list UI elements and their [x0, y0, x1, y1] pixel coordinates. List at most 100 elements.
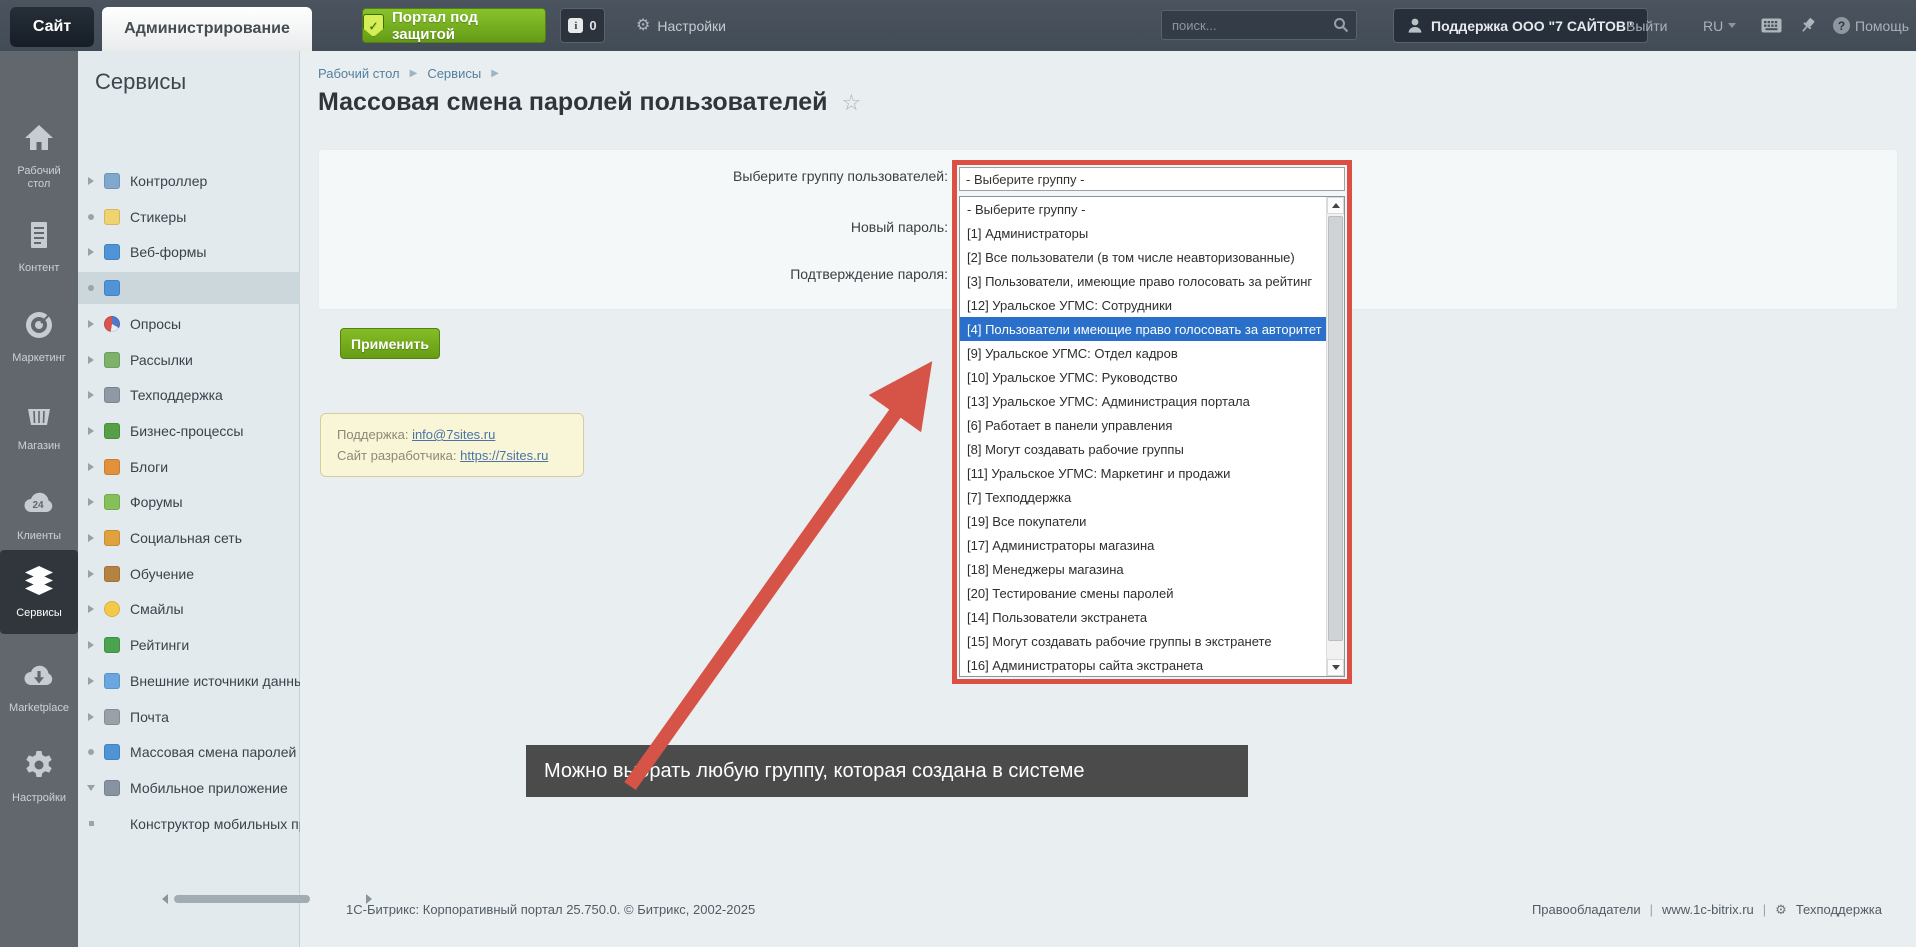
portal-protected-button[interactable]: ✓ Портал под защитой [362, 8, 546, 43]
group-option[interactable]: [3] Пользователи, имеющие право голосова… [960, 269, 1344, 293]
topbar-settings-button[interactable]: ⚙ Настройки [636, 0, 726, 51]
group-option[interactable]: [6] Работает в панели управления [960, 413, 1344, 437]
sidebar-item-shop[interactable]: Магазин [0, 383, 78, 467]
arrow-marker-icon [78, 427, 104, 435]
pin-icon [1800, 17, 1816, 34]
menu-item-5[interactable]: Рассылки [78, 344, 300, 376]
language-selector[interactable]: RU [1703, 0, 1736, 51]
menu-item-label: Конструктор мобильных пр [130, 816, 300, 832]
group-option[interactable]: [19] Все покупатели [960, 509, 1344, 533]
group-dropdown-highlight-frame: - Выберите группу - - Выберите группу -[… [952, 160, 1352, 684]
menu-item-8[interactable]: Блоги [78, 451, 300, 483]
tab-site[interactable]: Сайт [10, 7, 94, 47]
group-option[interactable]: [15] Могут создавать рабочие группы в эк… [960, 629, 1344, 653]
sidebar-item-desktop[interactable]: Рабочий стол [0, 115, 78, 199]
scrollbar-thumb[interactable] [174, 895, 310, 903]
group-option[interactable]: [17] Администраторы магазина [960, 533, 1344, 557]
support-email-link[interactable]: info@7sites.ru [412, 427, 495, 442]
sidebar-item-marketing[interactable]: Маркетинг [0, 295, 78, 379]
group-option[interactable]: [14] Пользователи экстранета [960, 605, 1344, 629]
sidebar-item-content[interactable]: Контент [0, 205, 78, 289]
menu-item-14[interactable]: Внешние источники данны [78, 665, 300, 697]
notification-count: 0 [589, 18, 596, 33]
arrow-marker-icon [78, 391, 104, 399]
scrollbar-thumb[interactable] [1328, 216, 1343, 641]
apply-button[interactable]: Применить [340, 328, 440, 359]
scroll-left-icon[interactable] [162, 894, 168, 904]
scroll-up-icon[interactable] [1327, 197, 1344, 214]
group-option[interactable]: [8] Могут создавать рабочие группы [960, 437, 1344, 461]
sidebar-item-clients[interactable]: 24Клиенты [0, 473, 78, 557]
sidebar-item-marketplace[interactable]: Marketplace [0, 645, 78, 729]
footer-link-bitrix-site[interactable]: www.1c-bitrix.ru [1662, 902, 1754, 917]
footer-link-support[interactable]: Техподдержка [1796, 902, 1882, 917]
group-option[interactable]: [4] Пользователи имеющие право голосоват… [960, 317, 1344, 341]
group-option[interactable]: [20] Тестирование смены паролей [960, 581, 1344, 605]
menu-item-17[interactable]: Мобильное приложение [78, 772, 300, 804]
breadcrumb-desktop[interactable]: Рабочий стол [318, 66, 400, 81]
group-select[interactable]: - Выберите группу - [959, 167, 1345, 191]
menu-item-6[interactable]: Техподдержка [78, 379, 300, 411]
sidebar-item-settings[interactable]: Настройки [0, 735, 78, 819]
hotkeys-button[interactable] [1761, 0, 1782, 51]
help-button[interactable]: ? Помощь [1833, 0, 1909, 51]
favorite-star-icon[interactable]: ☆ [842, 90, 862, 116]
logout-button[interactable]: Выйти [1626, 0, 1667, 51]
menu-item-label: Контроллер [130, 173, 207, 189]
developer-site-link[interactable]: https://7sites.ru [460, 448, 548, 463]
group-option[interactable]: [12] Уральское УГМС: Сотрудники [960, 293, 1344, 317]
current-user-button[interactable]: Поддержка ООО "7 САЙТОВ" [1393, 8, 1648, 43]
group-option[interactable]: [10] Уральское УГМС: Руководство [960, 365, 1344, 389]
sidebar-item-services[interactable]: Сервисы [0, 550, 78, 634]
search-input[interactable] [1161, 10, 1357, 40]
menu-item-label: Обучение [130, 566, 194, 582]
scroll-down-icon[interactable] [1327, 659, 1344, 676]
sidebar-item-label: Маркетинг [12, 352, 65, 366]
group-option[interactable]: [16] Администраторы сайта экстранета [960, 653, 1344, 677]
menu-item-4[interactable]: Опросы [78, 308, 300, 340]
group-option[interactable]: [18] Менеджеры магазина [960, 557, 1344, 581]
notifications-counter-button[interactable]: i 0 [560, 8, 605, 43]
group-option[interactable]: - Выберите группу - [960, 197, 1344, 221]
menu-item-2[interactable]: Веб-формы [78, 236, 300, 268]
group-option[interactable]: [11] Уральское УГМС: Маркетинг и продажи [960, 461, 1344, 485]
tab-administration[interactable]: Администрирование [102, 7, 312, 51]
menu-item-13[interactable]: Рейтинги [78, 629, 300, 661]
sidebar-item-label: Настройки [12, 792, 66, 806]
group-option[interactable]: [7] Техподдержка [960, 485, 1344, 509]
menu-item-selected[interactable] [78, 272, 300, 304]
info-icon: i [568, 18, 583, 33]
group-option[interactable]: [2] Все пользователи (в том числе неавто… [960, 245, 1344, 269]
services-icon [21, 564, 57, 601]
footer-separator: | [1763, 902, 1766, 917]
social-icon [104, 530, 120, 546]
menu-item-9[interactable]: Форумы [78, 486, 300, 518]
menu-item-11[interactable]: Обучение [78, 558, 300, 590]
group-select-label: Выберите группу пользователей: [733, 168, 948, 184]
group-option[interactable]: [1] Администраторы [960, 221, 1344, 245]
group-option[interactable]: [9] Уральское УГМС: Отдел кадров [960, 341, 1344, 365]
group-option[interactable]: [13] Уральское УГМС: Администрация порта… [960, 389, 1344, 413]
sidebar-item-label: Рабочий стол [17, 165, 60, 193]
menu-horizontal-scrollbar[interactable] [162, 894, 372, 904]
dropdown-scrollbar[interactable] [1326, 197, 1344, 676]
menu-item-7[interactable]: Бизнес-процессы [78, 415, 300, 447]
menu-item-15[interactable]: Почта [78, 701, 300, 733]
footer-separator: | [1650, 902, 1653, 917]
arrow-marker-icon [78, 498, 104, 506]
search-icon[interactable] [1333, 17, 1349, 33]
page-title-row: Массовая смена паролей пользователей ☆ [318, 88, 861, 117]
menu-item-10[interactable]: Социальная сеть [78, 522, 300, 554]
menu-item-label: Внешние источники данны [130, 673, 300, 689]
module-sidebar: Рабочий стол Контент Маркетинг Магазин24Кли… [0, 51, 78, 947]
menu-item-0[interactable]: Контроллер [78, 165, 300, 197]
shield-icon: ✓ [363, 14, 384, 37]
menu-item-12[interactable]: Смайлы [78, 593, 300, 625]
pin-panel-button[interactable] [1800, 0, 1816, 51]
breadcrumb-services[interactable]: Сервисы [427, 66, 481, 81]
menu-item-18[interactable]: Конструктор мобильных пр [78, 808, 300, 840]
new-password-label: Новый пароль: [851, 219, 948, 235]
footer-link-rightsholders[interactable]: Правообладатели [1532, 902, 1641, 917]
menu-item-1[interactable]: Стикеры [78, 201, 300, 233]
menu-item-16[interactable]: Массовая смена паролей [78, 736, 300, 768]
